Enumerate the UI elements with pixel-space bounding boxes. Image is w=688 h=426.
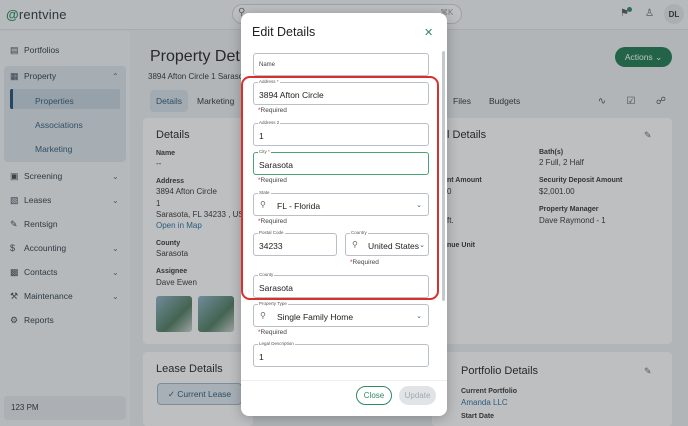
property-type-required: *Required: [258, 329, 287, 336]
name-placeholder: Name: [259, 62, 276, 68]
modal-footer-divider: [241, 380, 447, 381]
name-field[interactable]: Name: [253, 53, 429, 76]
update-button[interactable]: Update: [399, 386, 436, 405]
property-type-select[interactable]: Property Type ⚲ Single Family Home ⌄: [253, 301, 429, 327]
property-type-label: Property Type: [258, 301, 288, 307]
legal-description-label: Legal Description: [258, 341, 295, 347]
close-icon[interactable]: ✕: [424, 26, 433, 39]
highlight-outline: [241, 76, 439, 300]
search-icon: ⚲: [260, 311, 266, 320]
property-type-value: Single Family Home: [277, 312, 354, 322]
close-button[interactable]: Close: [356, 386, 392, 405]
chevron-down-icon: ⌄: [416, 313, 422, 320]
modal-scrollbar[interactable]: [442, 51, 445, 301]
legal-description-field[interactable]: Legal Description 1: [253, 341, 429, 367]
modal-title: Edit Details: [252, 25, 316, 39]
legal-description-value: 1: [259, 352, 264, 362]
